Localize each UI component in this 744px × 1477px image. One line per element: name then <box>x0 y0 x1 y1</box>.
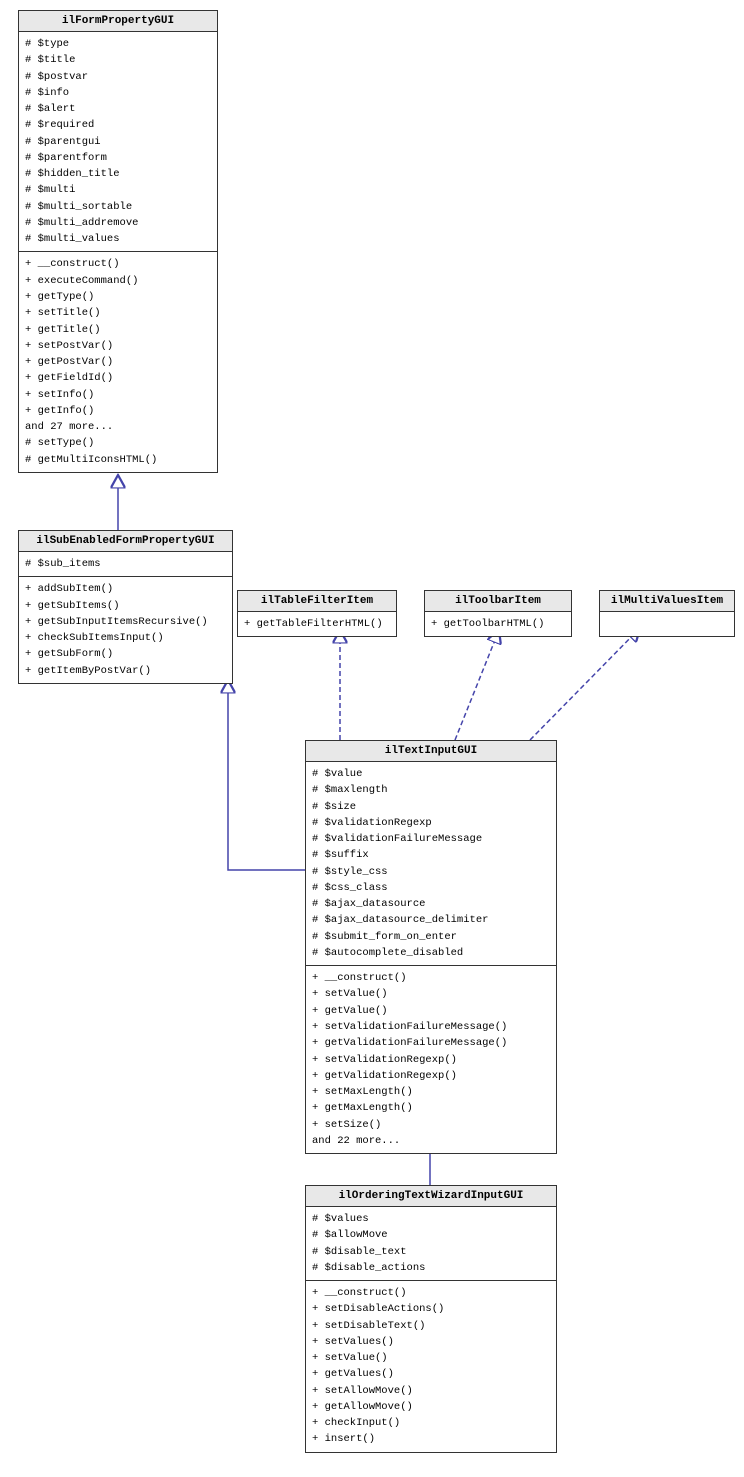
title-ilToolbarItem: ilToolbarItem <box>425 591 571 612</box>
section-ilSubEnabled-fields: # $sub_items <box>19 552 232 577</box>
section-ilOrderingText-fields: # $values # $allowMove # $disable_text #… <box>306 1207 556 1281</box>
section-ilTextInputGUI-fields: # $value # $maxlength # $size # $validat… <box>306 762 556 966</box>
box-ilOrderingTextWizardInputGUI: ilOrderingTextWizardInputGUI # $values #… <box>305 1185 557 1453</box>
section-ilToolbarItem-methods: + getToolbarHTML() <box>425 612 571 636</box>
section-ilFormPropertyGUI-methods: + __construct() + executeCommand() + get… <box>19 252 217 471</box>
section-ilFormPropertyGUI-fields: # $type # $title # $postvar # $info # $a… <box>19 32 217 252</box>
box-ilTextInputGUI: ilTextInputGUI # $value # $maxlength # $… <box>305 740 557 1154</box>
section-ilSubEnabled-methods: + addSubItem() + getSubItems() + getSubI… <box>19 577 232 683</box>
title-ilFormPropertyGUI: ilFormPropertyGUI <box>19 11 217 32</box>
box-ilMultiValuesItem: ilMultiValuesItem <box>599 590 735 637</box>
title-ilTextInputGUI: ilTextInputGUI <box>306 741 556 762</box>
diagram-container: ilFormPropertyGUI # $type # $title # $po… <box>0 0 744 1477</box>
box-ilFormPropertyGUI: ilFormPropertyGUI # $type # $title # $po… <box>18 10 218 473</box>
title-ilMultiValuesItem: ilMultiValuesItem <box>600 591 734 612</box>
section-ilOrderingText-methods: + __construct() + setDisableActions() + … <box>306 1281 556 1452</box>
box-ilTableFilterItem: ilTableFilterItem + getTableFilterHTML() <box>237 590 397 637</box>
title-ilSubEnabledFormPropertyGUI: ilSubEnabledFormPropertyGUI <box>19 531 232 552</box>
title-ilTableFilterItem: ilTableFilterItem <box>238 591 396 612</box>
section-ilTextInputGUI-methods: + __construct() + setValue() + getValue(… <box>306 966 556 1153</box>
box-ilSubEnabledFormPropertyGUI: ilSubEnabledFormPropertyGUI # $sub_items… <box>18 530 233 684</box>
box-ilToolbarItem: ilToolbarItem + getToolbarHTML() <box>424 590 572 637</box>
section-ilMultiValuesItem-empty <box>600 612 734 636</box>
section-ilTableFilterItem-methods: + getTableFilterHTML() <box>238 612 396 636</box>
title-ilOrderingTextWizardInputGUI: ilOrderingTextWizardInputGUI <box>306 1186 556 1207</box>
